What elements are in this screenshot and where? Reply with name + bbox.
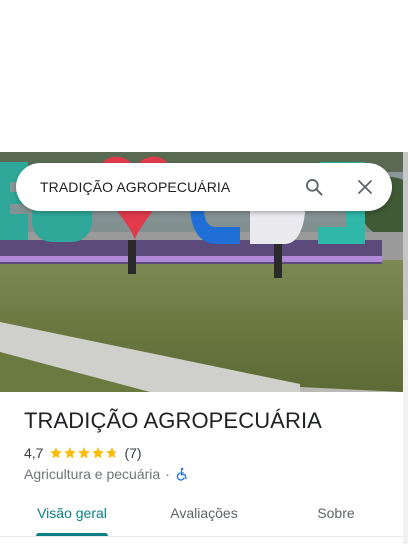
star-icon [78, 447, 91, 459]
star-icon [64, 447, 77, 459]
category-row: Agricultura e pecuária · [24, 465, 189, 483]
tab-reviews[interactable]: Avaliações [156, 490, 252, 536]
scrollbar[interactable] [403, 152, 408, 544]
search-box[interactable]: TRADIÇÃO AGROPECUÁRIA [16, 163, 392, 211]
star-icon [50, 447, 63, 459]
review-count[interactable]: (7) [124, 445, 141, 461]
tab-about[interactable]: Sobre [296, 490, 376, 536]
separator: · [165, 466, 170, 482]
rating-row[interactable]: 4,7 (7) [24, 444, 142, 462]
star-icon [106, 447, 119, 459]
scrollbar-thumb[interactable] [403, 152, 408, 320]
search-button[interactable] [298, 171, 330, 203]
search-icon [306, 179, 323, 196]
wheelchair-icon[interactable] [175, 467, 189, 481]
tab-bar: Visão geral Avaliações Sobre [0, 490, 403, 538]
tab-overview[interactable]: Visão geral [24, 490, 120, 536]
place-title: TRADIÇÃO AGROPECUÁRIA [24, 408, 322, 433]
rating-stars [49, 446, 119, 460]
category-label[interactable]: Agricultura e pecuária [24, 466, 160, 482]
close-button[interactable] [349, 171, 381, 203]
rating-value: 4,7 [24, 445, 44, 461]
close-icon [358, 180, 372, 194]
search-input[interactable]: TRADIÇÃO AGROPECUÁRIA [40, 163, 230, 211]
star-icon [92, 447, 105, 459]
tabs-divider [0, 536, 403, 537]
